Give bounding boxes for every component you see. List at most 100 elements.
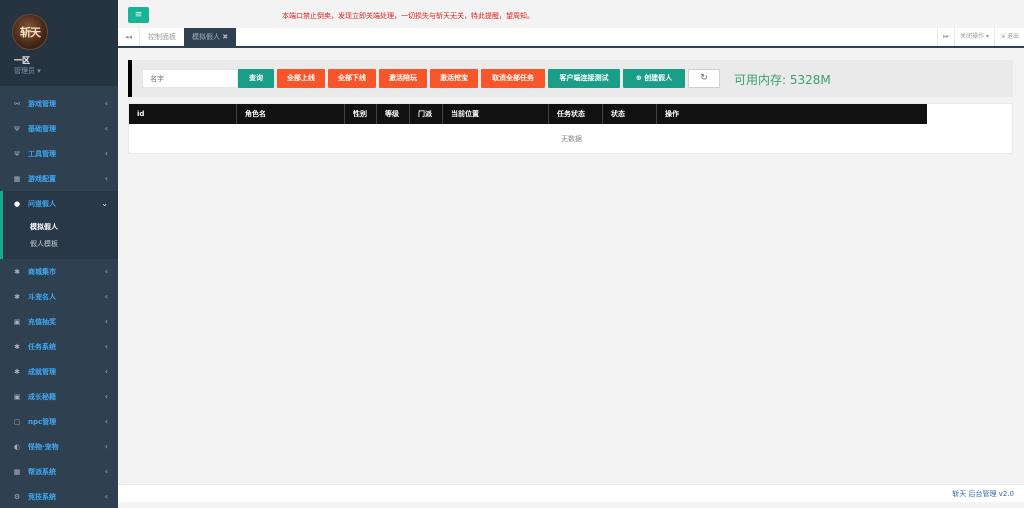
submenu-item-bot-template[interactable]: 假人模板 [30,236,118,253]
footer: 斩天 后台管理 v2.0 [118,484,1024,502]
sidebar-menu: ⚯ 游戏管理 ‹ Ψ 基础管理 ‹ Ψ 工具管理 ‹ ▦ 游戏配置 ‹ ● 问道假人 ⌄ 模拟假人 … [0,91,118,508]
activate-treasure-button[interactable]: 激活挖宝 [430,69,478,88]
notice-text: 本端口禁止倒卖，发现立即关端处理，一切损失与斩天无关，特此提醒，望周知。 [282,12,534,20]
chevron-left-icon: ‹ [104,124,108,133]
sidebar-item-game-config[interactable]: ▦ 游戏配置 ‹ [0,166,118,191]
create-bot-button[interactable]: ⊕ 创建假人 [623,69,685,88]
menu-toggle-button[interactable]: ≡ [128,7,149,23]
chevron-left-icon: ‹ [104,99,108,108]
table-icon: ▦ [13,174,21,183]
chevron-left-icon: ‹ [104,174,108,183]
gamepad-icon: ⚯ [14,99,20,108]
all-online-button[interactable]: 全部上线 [277,69,325,88]
cogs-icon: ⚙ [13,492,21,501]
table-icon: ▦ [13,467,21,476]
sidebar-item-label: 商城集市 [28,267,56,276]
sidebar-item-achievement[interactable]: ✱ 成就管理 ‹ [0,359,118,384]
client-connection-test-button[interactable]: 客户端连接测试 [548,69,620,88]
money-icon: ▣ [13,317,21,326]
hamburger-icon: ≡ [134,10,143,20]
bot-table: id 角色名 性别 等级 门派 当前位置 任务状态 状态 操作 无数据 [128,103,1013,154]
cancel-all-tasks-button[interactable]: 取消全部任务 [481,69,545,88]
role-dropdown[interactable]: 管理员 ▾ [14,66,41,76]
sidebar-submenu: 模拟假人 假人模板 [0,216,118,259]
top-bar: ≡ 本端口禁止倒卖，发现立即关端处理，一切损失与斩天无关，特此提醒，望周知。 [118,0,1024,28]
sidebar-item-monster-pet[interactable]: ◐ 怪物·宠物 ‹ [0,434,118,459]
gear-icon: ✱ [14,292,20,301]
sidebar-item-npc[interactable]: ▢ npc管理 ‹ [0,409,118,434]
chevron-left-icon: ‹ [104,149,108,158]
all-offline-button[interactable]: 全部下线 [328,69,376,88]
close-operations-dropdown[interactable]: 关闭操作 ▾ [954,28,994,46]
sidebar-item-growth-guide[interactable]: ▣ 成长秘籍 ‹ [0,384,118,409]
main-content: 查询 全部上线 全部下线 激活陪玩 激活挖宝 取消全部任务 客户端连接测试 ⊕ … [128,60,1013,154]
tabs-bar: ◂◂ 控制面板 模拟假人 ✖ ▸▸ 关闭操作 ▾ ⇲ 退出 [118,28,1024,48]
cutlery-icon: Ψ [14,149,20,158]
col-level[interactable]: 等级 [377,104,410,124]
chevron-down-icon: ⌄ [101,199,108,208]
sidebar-item-recharge-lottery[interactable]: ▣ 充值抽奖 ‹ [0,309,118,334]
sidebar-item-tool-manage[interactable]: Ψ 工具管理 ‹ [0,141,118,166]
refresh-button[interactable]: ↻ [688,69,720,88]
col-sect[interactable]: 门派 [410,104,443,124]
sidebar-item-pet-celebrity[interactable]: ✱ 斗宠名人 ‹ [0,284,118,309]
sidebar-item-bots[interactable]: ● 问道假人 ⌄ [0,191,118,216]
profile-panel: 斩天 一区 管理员 ▾ [0,0,118,86]
gear-icon: ✱ [14,267,20,276]
user-icon: ● [13,199,21,208]
sidebar-item-label: 充值抽奖 [28,317,56,326]
square-icon: ▢ [13,417,21,426]
query-button[interactable]: 查询 [238,69,274,88]
sidebar-item-label: 成就管理 [28,367,56,376]
adjust-icon: ◐ [13,442,21,451]
sidebar-item-label: 帮派系统 [28,467,56,476]
gear-icon: ✱ [14,367,20,376]
sidebar-item-label: 斗宠名人 [28,292,56,301]
sidebar-item-label: 怪物·宠物 [28,442,59,451]
sidebar-item-mall[interactable]: ✱ 商城集市 ‹ [0,259,118,284]
sidebar-item-label: 基础管理 [28,124,56,133]
chevron-left-icon: ‹ [104,492,108,501]
chevron-left-icon: ‹ [104,367,108,376]
sidebar-item-game-manage[interactable]: ⚯ 游戏管理 ‹ [0,91,118,116]
chevron-left-icon: ‹ [104,317,108,326]
chevron-left-icon: ‹ [104,417,108,426]
tab-simulate-bot[interactable]: 模拟假人 ✖ [184,28,237,46]
avatar[interactable]: 斩天 [12,14,48,50]
cutlery-icon: Ψ [14,124,20,133]
tab-right-controls: ▸▸ 关闭操作 ▾ ⇲ 退出 [937,28,1024,46]
sidebar-item-guild[interactable]: ▦ 帮派系统 ‹ [0,459,118,484]
chevron-left-icon: ‹ [104,442,108,451]
submenu-item-simulate-bot[interactable]: 模拟假人 [30,219,118,236]
col-status[interactable]: 状态 [603,104,657,124]
logout-button[interactable]: ⇲ 退出 [994,28,1024,46]
chevron-left-icon: ‹ [104,392,108,401]
activate-companion-button[interactable]: 激活陪玩 [379,69,427,88]
sidebar-item-label: 问道假人 [28,199,56,208]
chevron-left-icon: ‹ [104,342,108,351]
gear-icon: ✱ [14,342,20,351]
sidebar-item-label: 游戏配置 [28,174,56,183]
table-header: id 角色名 性别 等级 门派 当前位置 任务状态 状态 操作 [129,104,927,124]
sidebar-item-basic-manage[interactable]: Ψ 基础管理 ‹ [0,116,118,141]
double-left-icon: ◂◂ [124,33,133,41]
sidebar-item-arena[interactable]: ⚙ 竞技系统 ‹ [0,484,118,508]
col-gender[interactable]: 性别 [345,104,377,124]
sidebar-item-label: 游戏管理 [28,99,56,108]
tab-scroll-right-button[interactable]: ▸▸ [937,28,954,46]
col-role-name[interactable]: 角色名 [237,104,345,124]
col-task-status[interactable]: 任务状态 [549,104,603,124]
col-location[interactable]: 当前位置 [443,104,549,124]
col-id[interactable]: id [129,104,237,124]
col-actions[interactable]: 操作 [657,104,927,124]
sidebar-item-label: npc管理 [28,417,57,426]
sidebar-item-label: 工具管理 [28,149,56,158]
tab-scroll-left-button[interactable]: ◂◂ [118,28,140,46]
money-icon: ▣ [13,392,21,401]
sidebar: 斩天 一区 管理员 ▾ ⚯ 游戏管理 ‹ Ψ 基础管理 ‹ Ψ 工具管理 ‹ ▦ 游戏配置 ‹ … [0,0,118,508]
empty-state-text: 无数据 [561,135,582,143]
chevron-left-icon: ‹ [104,292,108,301]
tab-dashboard[interactable]: 控制面板 [140,28,184,46]
sidebar-item-task-system[interactable]: ✱ 任务系统 ‹ [0,334,118,359]
name-search-input[interactable] [142,69,238,88]
